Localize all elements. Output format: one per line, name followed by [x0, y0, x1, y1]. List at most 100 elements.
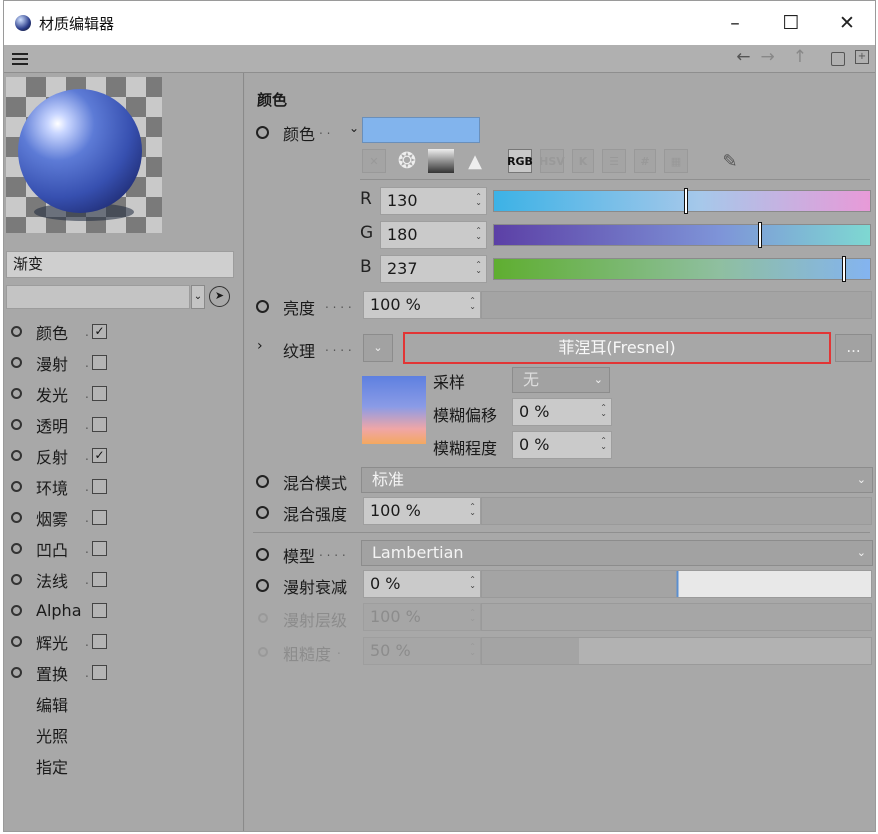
material-type-dropdown[interactable] — [6, 285, 190, 309]
checkbox[interactable] — [92, 603, 107, 618]
radio-icon[interactable] — [11, 419, 22, 430]
blur-scale-input[interactable]: 0 % ⌃ ⌄ — [512, 431, 612, 459]
hex-mode-button[interactable]: # — [634, 149, 656, 173]
fresnel-shader-button[interactable]: 菲涅耳(Fresnel) — [403, 332, 831, 364]
more-button[interactable]: ... — [835, 334, 872, 362]
checkbox[interactable] — [92, 572, 107, 587]
hsv-mode-button[interactable]: HSV — [539, 149, 565, 173]
channel-displacement[interactable]: 置换. — [4, 657, 242, 688]
green-input[interactable]: 180 ⌃ ⌄ — [380, 221, 487, 249]
lock-icon[interactable] — [831, 52, 845, 66]
menu-icon[interactable] — [12, 53, 28, 65]
channel-alpha[interactable]: Alpha — [4, 595, 242, 626]
stepper-icon[interactable]: ⌃ ⌄ — [469, 576, 476, 590]
eyedropper-icon[interactable]: ✎ — [718, 149, 742, 173]
color-wheel-icon[interactable]: ❂ — [394, 149, 420, 174]
keyframe-radio-icon[interactable] — [256, 548, 269, 561]
radio-icon[interactable] — [11, 388, 22, 399]
checkbox[interactable]: ✓ — [92, 448, 107, 463]
radio-icon[interactable] — [11, 574, 22, 585]
maximize-button[interactable]: ☐ — [763, 1, 819, 45]
checkbox[interactable] — [92, 479, 107, 494]
blue-slider[interactable] — [493, 256, 871, 282]
channel-luminance[interactable]: 发光. — [4, 378, 242, 409]
green-slider[interactable] — [493, 222, 871, 248]
target-icon[interactable]: ➤ — [209, 286, 230, 307]
channel-normal[interactable]: 法线. — [4, 564, 242, 595]
red-input[interactable]: 130 ⌃ ⌄ — [380, 187, 487, 215]
checkbox[interactable] — [92, 510, 107, 525]
radio-icon[interactable] — [11, 326, 22, 337]
stepper-icon[interactable]: ⌃ ⌄ — [469, 503, 476, 517]
swatches-icon[interactable]: ▦ — [664, 149, 688, 173]
material-preview[interactable] — [6, 77, 162, 233]
radio-icon[interactable] — [11, 543, 22, 554]
checkbox[interactable] — [92, 634, 107, 649]
forward-arrow-icon[interactable]: → — [761, 47, 775, 67]
radio-icon[interactable] — [11, 450, 22, 461]
keyframe-radio-icon[interactable] — [256, 300, 269, 313]
new-window-icon[interactable]: + — [855, 50, 869, 64]
keyframe-radio-icon[interactable] — [256, 475, 269, 488]
checkbox[interactable] — [92, 386, 107, 401]
brightness-slider[interactable] — [481, 291, 872, 319]
texture-preview[interactable] — [362, 376, 426, 444]
radio-icon[interactable] — [11, 636, 22, 647]
spectrum-icon[interactable]: ✕ — [362, 149, 386, 173]
radio-icon[interactable] — [11, 357, 22, 368]
channel-color[interactable]: 颜色. ✓ — [4, 316, 242, 347]
channel-glow[interactable]: 辉光. — [4, 626, 242, 657]
stepper-icon[interactable]: ⌃ ⌄ — [600, 404, 607, 418]
item-illumination[interactable]: 光照 — [4, 719, 242, 750]
sliders-icon[interactable]: ☰ — [602, 149, 626, 173]
channel-bump[interactable]: 凹凸. — [4, 533, 242, 564]
radio-icon[interactable] — [11, 481, 22, 492]
chevron-down-icon[interactable]: ⌄ — [349, 121, 359, 135]
mix-mode-select[interactable]: 标准 ⌄ — [361, 467, 873, 493]
stepper-icon[interactable]: ⌃ ⌄ — [475, 193, 482, 207]
stepper-icon[interactable]: ⌃ ⌄ — [600, 437, 607, 451]
slider-knob[interactable] — [684, 188, 688, 214]
channel-environment[interactable]: 环境. — [4, 471, 242, 502]
radio-icon[interactable] — [11, 512, 22, 523]
stepper-icon[interactable]: ⌃ ⌄ — [475, 227, 482, 241]
checkbox[interactable]: ✓ — [92, 324, 107, 339]
color-swatch[interactable] — [362, 117, 480, 143]
checkbox[interactable] — [92, 665, 107, 680]
kelvin-mode-button[interactable]: K — [572, 149, 594, 173]
channel-fog[interactable]: 烟雾. — [4, 502, 242, 533]
keyframe-radio-icon[interactable] — [256, 506, 269, 519]
channel-diffuse[interactable]: 漫射. — [4, 347, 242, 378]
stepper-icon[interactable]: ⌃ ⌄ — [469, 297, 476, 311]
stepper-icon[interactable]: ⌃ ⌄ — [475, 261, 482, 275]
keyframe-radio-icon[interactable] — [256, 126, 269, 139]
close-button[interactable]: ✕ — [819, 1, 875, 45]
checkbox[interactable] — [92, 355, 107, 370]
expand-arrow-icon[interactable]: › — [257, 338, 263, 354]
diffuse-falloff-input[interactable]: 0 % ⌃ ⌄ — [363, 570, 481, 598]
up-arrow-icon[interactable]: ↑ — [793, 47, 807, 67]
slider-knob[interactable] — [842, 256, 846, 282]
item-assignment[interactable]: 指定 — [4, 750, 242, 781]
diffuse-falloff-slider[interactable] — [481, 570, 872, 598]
minimize-button[interactable]: – — [707, 1, 763, 45]
texture-dropdown[interactable]: ⌄ — [363, 334, 393, 362]
gradient-icon[interactable] — [428, 149, 454, 173]
red-slider[interactable] — [493, 188, 871, 214]
back-arrow-icon[interactable]: ← — [736, 47, 750, 67]
radio-icon[interactable] — [11, 605, 22, 616]
brightness-input[interactable]: 100 % ⌃ ⌄ — [363, 291, 481, 319]
blue-input[interactable]: 237 ⌃ ⌄ — [380, 255, 487, 283]
sampling-select[interactable]: 无 ⌄ — [512, 367, 610, 393]
checkbox[interactable] — [92, 417, 107, 432]
slider-knob[interactable] — [758, 222, 762, 248]
mix-strength-slider[interactable] — [481, 497, 872, 525]
model-select[interactable]: Lambertian ⌄ — [361, 540, 873, 566]
channel-reflectance[interactable]: 反射. ✓ — [4, 440, 242, 471]
rgb-mode-button[interactable]: RGB — [507, 149, 533, 173]
checkbox[interactable] — [92, 541, 107, 556]
radio-icon[interactable] — [11, 667, 22, 678]
mix-strength-input[interactable]: 100 % ⌃ ⌄ — [363, 497, 481, 525]
chevron-down-icon[interactable]: ⌄ — [191, 285, 205, 309]
blur-offset-input[interactable]: 0 % ⌃ ⌄ — [512, 398, 612, 426]
